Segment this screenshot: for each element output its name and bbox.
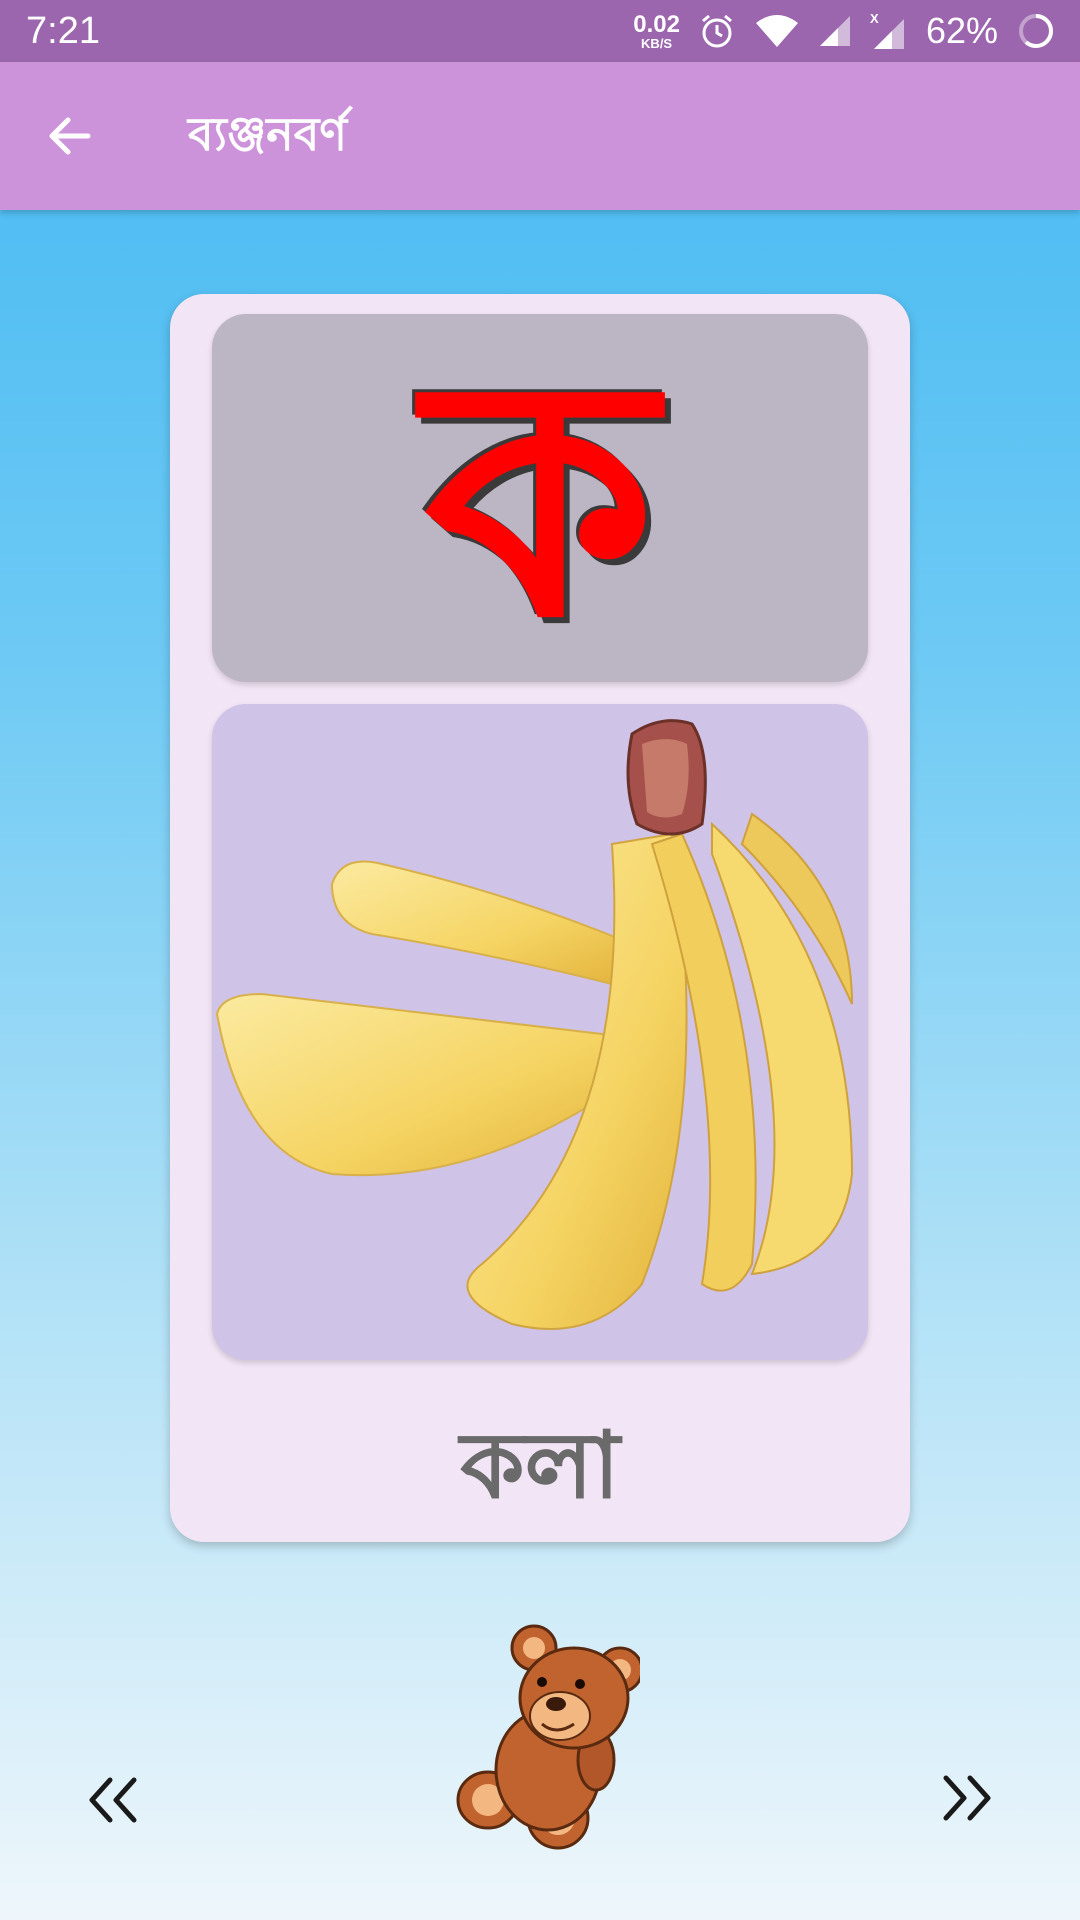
back-button[interactable]	[44, 110, 96, 162]
banana-image[interactable]	[212, 704, 868, 1360]
letter-card: ক কলা	[170, 294, 910, 1542]
status-time: 7:21	[26, 9, 100, 52]
arrow-left-icon	[49, 117, 91, 155]
wifi-icon	[754, 13, 800, 49]
next-button[interactable]	[936, 1768, 996, 1828]
status-icons: 0.02 KB/S X 62%	[633, 10, 1056, 52]
signal-icon	[818, 14, 852, 48]
teddy-bear-icon[interactable]	[456, 1620, 644, 1852]
battery-ring-icon	[1016, 11, 1056, 51]
page-title: ব্যঞ্জনবর্ণ	[188, 107, 348, 161]
status-bar: 7:21 0.02 KB/S X 62%	[0, 0, 1080, 62]
double-chevron-left-icon	[89, 1777, 137, 1823]
banana-illustration	[215, 719, 854, 1330]
svg-text:X: X	[870, 11, 879, 26]
double-chevron-right-icon	[943, 1775, 991, 1821]
word-label: কলা	[460, 1412, 620, 1519]
network-speed-unit: KB/S	[641, 35, 673, 51]
alarm-icon	[698, 12, 736, 50]
letter-panel[interactable]: ক	[212, 314, 868, 682]
previous-button[interactable]	[84, 1770, 144, 1830]
battery-percent: 62%	[925, 10, 998, 51]
network-speed: 0.02 KB/S	[633, 10, 680, 51]
app-bar: ব্যঞ্জনবর্ণ	[0, 62, 1080, 210]
signal-x-icon: X	[870, 11, 908, 51]
letter-glyph: ক	[424, 314, 656, 682]
network-speed-value: 0.02	[633, 10, 680, 38]
